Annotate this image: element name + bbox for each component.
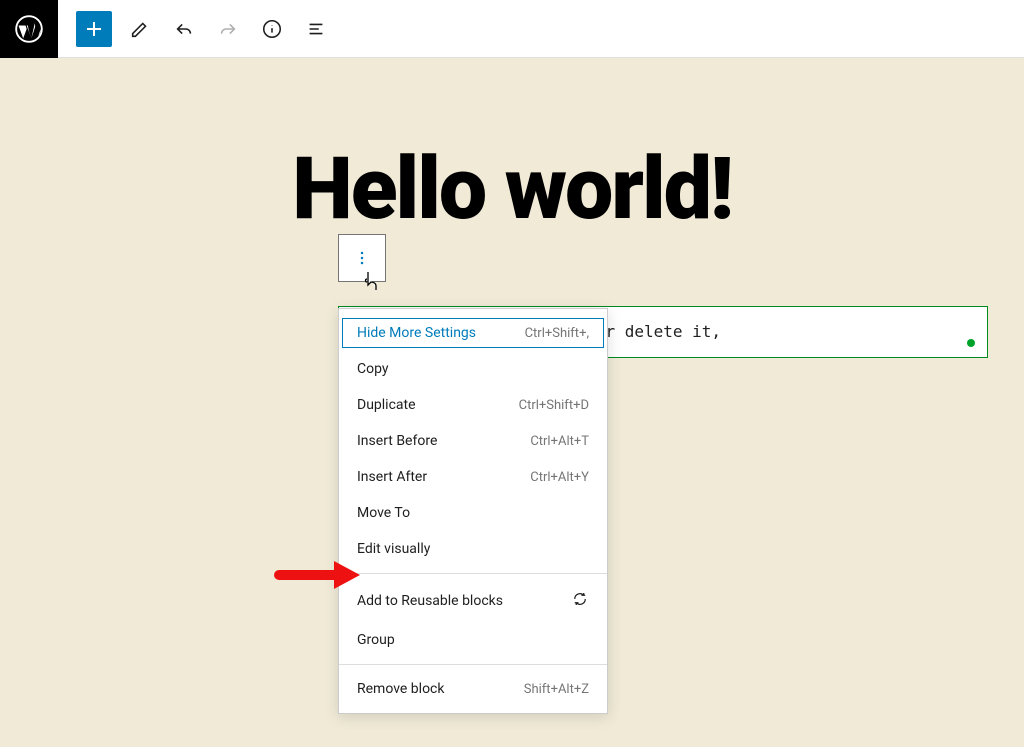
status-dot	[967, 339, 975, 347]
menu-copy[interactable]: Copy	[339, 351, 607, 387]
menu-group[interactable]: Group	[339, 622, 607, 658]
undo-button[interactable]	[166, 11, 202, 47]
menu-duplicate[interactable]: Duplicate Ctrl+Shift+D	[339, 387, 607, 423]
undo-icon	[173, 18, 195, 40]
info-button[interactable]	[254, 11, 290, 47]
menu-insert-before[interactable]: Insert Before Ctrl+Alt+T	[339, 423, 607, 459]
plus-icon	[82, 17, 106, 41]
wordpress-icon	[15, 15, 43, 43]
editor-toolbar	[0, 0, 1024, 58]
redo-button[interactable]	[210, 11, 246, 47]
menu-insert-after[interactable]: Insert After Ctrl+Alt+Y	[339, 459, 607, 495]
block-options-menu: Hide More Settings Ctrl+Shift+, Copy Dup…	[338, 308, 608, 714]
cursor-pointer-icon	[362, 270, 380, 297]
menu-add-reusable[interactable]: Add to Reusable blocks	[339, 580, 607, 622]
menu-move-to[interactable]: Move To	[339, 495, 607, 531]
menu-remove-block[interactable]: Remove block Shift+Alt+Z	[339, 671, 607, 707]
add-block-button[interactable]	[76, 11, 112, 47]
list-icon	[305, 18, 327, 40]
editor-canvas: Hello world! is your first post. Edit or…	[0, 58, 1024, 747]
pencil-icon	[129, 18, 151, 40]
edit-mode-button[interactable]	[122, 11, 158, 47]
kebab-icon	[352, 248, 372, 268]
annotation-arrow	[274, 558, 364, 592]
menu-edit-visually[interactable]: Edit visually	[339, 531, 607, 567]
info-icon	[261, 18, 283, 40]
wordpress-logo-button[interactable]	[0, 0, 58, 58]
outline-button[interactable]	[298, 11, 334, 47]
post-title[interactable]: Hello world!	[0, 138, 1024, 239]
refresh-icon	[571, 590, 589, 612]
menu-hide-more-settings[interactable]: Hide More Settings Ctrl+Shift+,	[339, 315, 607, 351]
redo-icon	[217, 18, 239, 40]
